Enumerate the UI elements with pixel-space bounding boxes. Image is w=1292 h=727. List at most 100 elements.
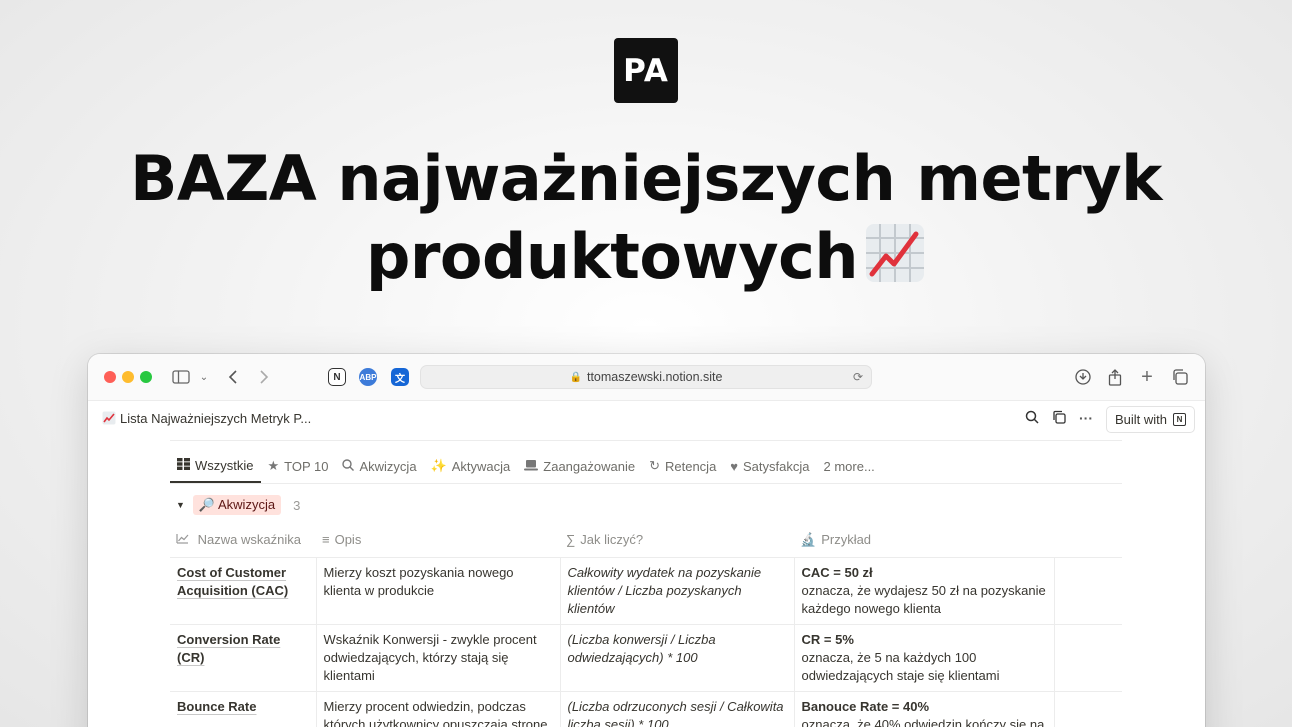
- metric-example: CR = 5% oznacza, że 5 na każdych 100 odw…: [794, 624, 1055, 692]
- tab-label: Aktywacja: [451, 458, 511, 474]
- metric-description: Wskaźnik Konwersji - zwykle procent odwi…: [316, 624, 561, 692]
- tab-aktywacja[interactable]: ✨ Aktywacja: [424, 449, 518, 483]
- metric-example: Banouce Rate = 40% oznacza, że 40% odwie…: [794, 691, 1055, 727]
- caret-down-icon[interactable]: ▼: [176, 500, 185, 510]
- address-bar[interactable]: 🔒 ttomaszewski.notion.site ⟳: [420, 365, 872, 389]
- heart-icon: ♥: [730, 458, 739, 474]
- browser-window: ⌄ N ABP 文 🔒 ttomaszewski.notion.site ⟳ +: [88, 354, 1205, 727]
- empty-cell: [1054, 691, 1122, 727]
- example-text: oznacza, że 40% odwiedzin kończy się na …: [801, 716, 1045, 727]
- back-icon[interactable]: [222, 366, 244, 388]
- tab-label: Wszystkie: [195, 457, 254, 473]
- example-value: CR = 5%: [801, 631, 854, 647]
- zoom-window-button[interactable]: [140, 371, 152, 383]
- browser-toolbar: ⌄ N ABP 文 🔒 ttomaszewski.notion.site ⟳ +: [88, 354, 1205, 400]
- headline: BAZA najważniejszych metryk produktowych: [0, 140, 1292, 296]
- download-icon[interactable]: [1072, 366, 1094, 388]
- refresh-icon: ↻: [649, 458, 660, 473]
- metric-name[interactable]: Conversion Rate (CR): [170, 624, 317, 692]
- header-divider: [170, 440, 1122, 441]
- column-header-formula[interactable]: ∑ Jak liczyć?: [560, 523, 794, 558]
- built-with-label: Built with: [1114, 412, 1167, 427]
- notion-icon[interactable]: N: [328, 368, 346, 386]
- example-text: oznacza, że wydajesz 50 zł na pozyskanie…: [801, 582, 1046, 616]
- page-title[interactable]: Lista Najważniejszych Metryk P...: [102, 411, 311, 426]
- tab-label: 2 more...: [823, 458, 875, 474]
- share-icon[interactable]: [1104, 366, 1126, 388]
- laptop-icon: [524, 459, 539, 474]
- address-text: ttomaszewski.notion.site: [586, 370, 723, 384]
- metric-formula: Całkowity wydatek na pozyskanie klientów…: [560, 557, 795, 625]
- sidebar-toggle-icon[interactable]: [170, 366, 192, 388]
- table-icon: [177, 457, 190, 473]
- group-label: 🔎 Akwizycja: [192, 495, 282, 515]
- metrics-table: Nazwa wskaźnika ≡ Opis ∑ Jak liczyć? 🔬 Przy…: [170, 523, 1122, 727]
- headline-line-2-text: produktowych: [365, 220, 859, 293]
- search-icon: [342, 458, 355, 474]
- forward-icon[interactable]: [253, 366, 275, 388]
- metric-formula: (Liczba odrzuconych sesji / Całkowita li…: [560, 691, 795, 727]
- group-header[interactable]: ▼ 🔎 Akwizycja 3: [176, 495, 300, 515]
- headline-line-2: produktowych: [0, 218, 1292, 296]
- view-tabs: Wszystkie ★ TOP 10 Akwizycja ✨ Aktywacja…: [170, 449, 882, 483]
- metric-formula: (Liczba konwersji / Liczba odwiedzającyc…: [560, 624, 795, 692]
- table-row[interactable]: Conversion Rate (CR) Wskaźnik Konwersji …: [170, 624, 1122, 692]
- duplicate-icon[interactable]: [1052, 410, 1066, 427]
- trend-icon: [176, 532, 193, 547]
- tab-overview-icon[interactable]: [1169, 366, 1191, 388]
- new-tab-icon[interactable]: +: [1136, 366, 1158, 388]
- column-header-name[interactable]: Nazwa wskaźnika: [170, 523, 316, 558]
- table-header-row: Nazwa wskaźnika ≡ Opis ∑ Jak liczyć? 🔬 Przy…: [170, 523, 1122, 558]
- table-row[interactable]: Cost of Customer Acquisition (CAC) Mierz…: [170, 557, 1122, 625]
- notion-logo-icon: N: [1173, 413, 1186, 426]
- tab-top-10[interactable]: ★ TOP 10: [261, 449, 336, 483]
- table-row[interactable]: Bounce Rate Mierzy procent odwiedzin, po…: [170, 691, 1122, 727]
- tab-label: Akwizycja: [359, 458, 417, 474]
- search-icon[interactable]: [1025, 410, 1039, 427]
- lock-icon: 🔒: [569, 371, 582, 383]
- translate-extension-icon[interactable]: 文: [391, 368, 409, 386]
- example-value: Banouce Rate = 40%: [801, 698, 930, 714]
- chevron-down-icon[interactable]: ⌄: [193, 366, 215, 388]
- microscope-icon: 🔬: [800, 531, 817, 547]
- tab-akwizycja[interactable]: Akwizycja: [335, 449, 423, 483]
- formula-icon: ∑: [566, 532, 576, 548]
- column-label: Nazwa wskaźnika: [197, 532, 301, 548]
- tab-more[interactable]: 2 more...: [817, 449, 882, 483]
- tab-wszystkie[interactable]: Wszystkie: [170, 449, 261, 483]
- headline-line-1: BAZA najważniejszych metryk: [130, 142, 1162, 215]
- tab-zaangazowanie[interactable]: Zaangażowanie: [517, 449, 642, 483]
- minimize-window-button[interactable]: [122, 371, 134, 383]
- sparkle-icon: ✨: [430, 458, 447, 473]
- star-icon: ★: [267, 458, 280, 473]
- example-value: CAC = 50 zł: [801, 564, 873, 580]
- example-text: oznacza, że 5 na każdych 100 odwiedzając…: [801, 649, 1000, 683]
- pa-logo: PA: [614, 38, 678, 103]
- metric-description: Mierzy koszt pozyskania nowego klienta w…: [316, 557, 561, 625]
- more-options-icon[interactable]: ···: [1079, 410, 1093, 426]
- built-with-notion-button[interactable]: Built with N: [1105, 406, 1195, 433]
- tab-label: TOP 10: [284, 458, 329, 474]
- tab-label: Retencja: [664, 458, 717, 474]
- chart-increasing-emoji-icon: [864, 222, 926, 284]
- reload-icon[interactable]: ⟳: [853, 370, 863, 384]
- column-header-empty: [1054, 523, 1122, 558]
- adblock-plus-icon[interactable]: ABP: [359, 368, 377, 386]
- tab-label: Zaangażowanie: [543, 458, 636, 474]
- page-title-text: Lista Najważniejszych Metryk P...: [120, 411, 312, 426]
- column-header-opis[interactable]: ≡ Opis: [316, 523, 560, 558]
- column-label: Opis: [334, 532, 362, 548]
- tab-retencja[interactable]: ↻ Retencja: [642, 449, 723, 483]
- metric-name[interactable]: Cost of Customer Acquisition (CAC): [170, 557, 317, 625]
- tab-satysfakcja[interactable]: ♥ Satysfakcja: [723, 449, 816, 483]
- close-window-button[interactable]: [104, 371, 116, 383]
- chart-increasing-emoji-icon: [102, 411, 116, 425]
- column-header-example[interactable]: 🔬 Przykład: [794, 523, 1054, 558]
- column-label: Jak liczyć?: [580, 532, 644, 548]
- empty-cell: [1054, 624, 1122, 692]
- metric-description: Mierzy procent odwiedzin, podczas któryc…: [316, 691, 561, 727]
- group-count: 3: [293, 497, 301, 513]
- empty-cell: [1054, 557, 1122, 625]
- metric-name[interactable]: Bounce Rate: [170, 691, 317, 727]
- metric-example: CAC = 50 zł oznacza, że wydajesz 50 zł n…: [794, 557, 1055, 625]
